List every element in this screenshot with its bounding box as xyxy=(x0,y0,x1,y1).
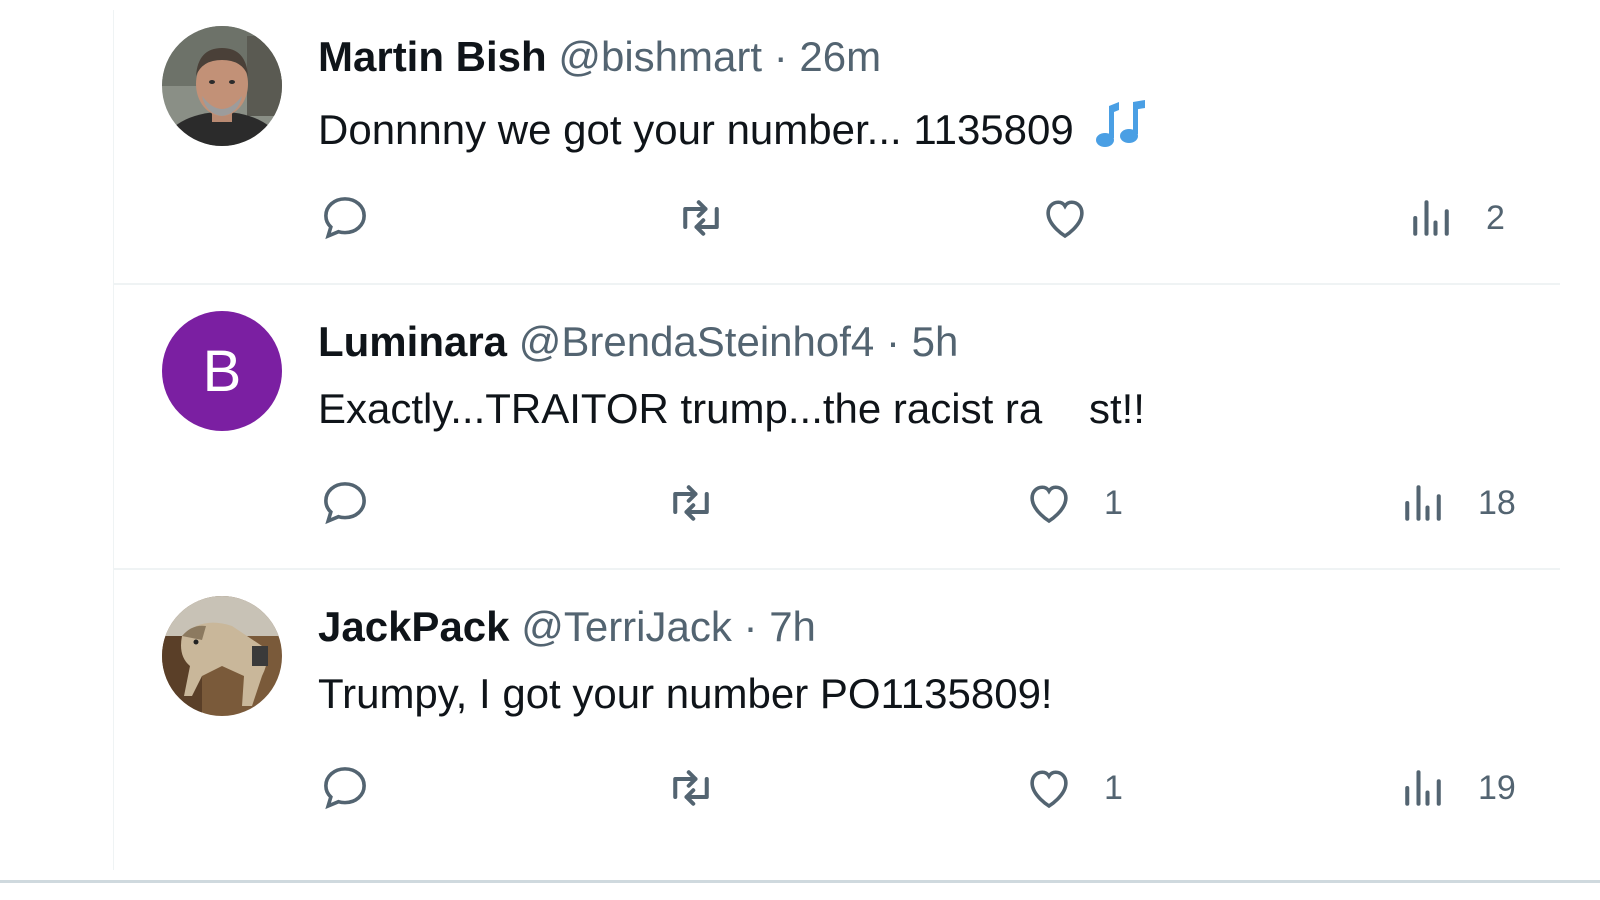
tweet[interactable]: JackPack @TerriJack · 7h Trumpy, I got y… xyxy=(114,570,1560,860)
view-count: 19 xyxy=(1478,768,1516,807)
heart-icon xyxy=(1046,200,1084,239)
user-handle[interactable]: @TerriJack xyxy=(521,603,732,650)
reply-icon xyxy=(324,482,366,525)
tweet-text: Exactly...TRAITOR trump...the racist ra … xyxy=(318,385,1145,432)
avatar[interactable]: B xyxy=(162,311,282,431)
tweet-actions: 1 19 xyxy=(318,760,1558,816)
view-count: 2 xyxy=(1486,198,1505,237)
tweet-body: Donnnny we got your number... 1135809 xyxy=(318,106,1074,153)
separator: · xyxy=(743,603,758,650)
like-button[interactable]: 1 xyxy=(1022,475,1123,531)
tweet-header: Martin Bish @bishmart · 26m xyxy=(318,34,881,80)
tweet-actions: 2 xyxy=(318,190,1558,246)
like-count: 1 xyxy=(1104,483,1123,522)
retweet-icon xyxy=(683,200,719,236)
reply-button[interactable] xyxy=(318,190,372,246)
reply-button[interactable] xyxy=(318,760,372,816)
tweet[interactable]: Martin Bish @bishmart · 26m Donnnny we g… xyxy=(114,0,1560,285)
separator: · xyxy=(773,33,788,80)
tweet-text: Trumpy, I got your number PO1135809! xyxy=(318,670,1053,717)
reply-button[interactable] xyxy=(318,475,372,531)
views-button[interactable]: 19 xyxy=(1396,760,1516,816)
views-button[interactable]: 2 xyxy=(1404,190,1505,246)
bottom-divider xyxy=(0,880,1600,883)
heart-icon xyxy=(1030,770,1068,809)
retweet-icon xyxy=(673,485,709,521)
tweet[interactable]: B Luminara @BrendaSteinhof4 · 5h Exactly… xyxy=(114,285,1560,570)
reply-feed: Martin Bish @bishmart · 26m Donnnny we g… xyxy=(114,0,1560,860)
retweet-icon xyxy=(673,770,709,806)
heart-icon xyxy=(1030,485,1068,524)
like-count: 1 xyxy=(1104,768,1123,807)
views-chart-icon xyxy=(1405,485,1441,521)
timestamp[interactable]: 5h xyxy=(912,318,959,365)
timestamp[interactable]: 7h xyxy=(769,603,816,650)
tweet-text: Donnnny we got your number... 1135809 xyxy=(318,100,1149,160)
music-notes-icon xyxy=(1095,100,1149,160)
like-button[interactable]: 1 xyxy=(1022,760,1123,816)
display-name[interactable]: Martin Bish xyxy=(318,33,547,80)
avatar[interactable] xyxy=(162,596,282,716)
timestamp[interactable]: 26m xyxy=(799,33,881,80)
view-count: 18 xyxy=(1478,483,1516,522)
retweet-button[interactable] xyxy=(664,475,718,531)
avatar-letter: B xyxy=(202,338,242,404)
tweet-header: JackPack @TerriJack · 7h xyxy=(318,604,816,650)
avatar[interactable] xyxy=(162,26,282,146)
reply-icon xyxy=(324,197,366,240)
views-chart-icon xyxy=(1405,770,1441,806)
separator: · xyxy=(885,318,900,365)
retweet-button[interactable] xyxy=(674,190,728,246)
views-button[interactable]: 18 xyxy=(1396,475,1516,531)
user-handle[interactable]: @BrendaSteinhof4 xyxy=(519,318,875,365)
user-handle[interactable]: @bishmart xyxy=(558,33,762,80)
display-name[interactable]: Luminara xyxy=(318,318,507,365)
views-chart-icon xyxy=(1413,200,1449,236)
like-button[interactable] xyxy=(1038,190,1120,246)
tweet-header: Luminara @BrendaSteinhof4 · 5h xyxy=(318,319,958,365)
retweet-button[interactable] xyxy=(664,760,718,816)
tweet-actions: 1 18 xyxy=(318,475,1558,531)
reply-icon xyxy=(324,767,366,810)
display-name[interactable]: JackPack xyxy=(318,603,510,650)
